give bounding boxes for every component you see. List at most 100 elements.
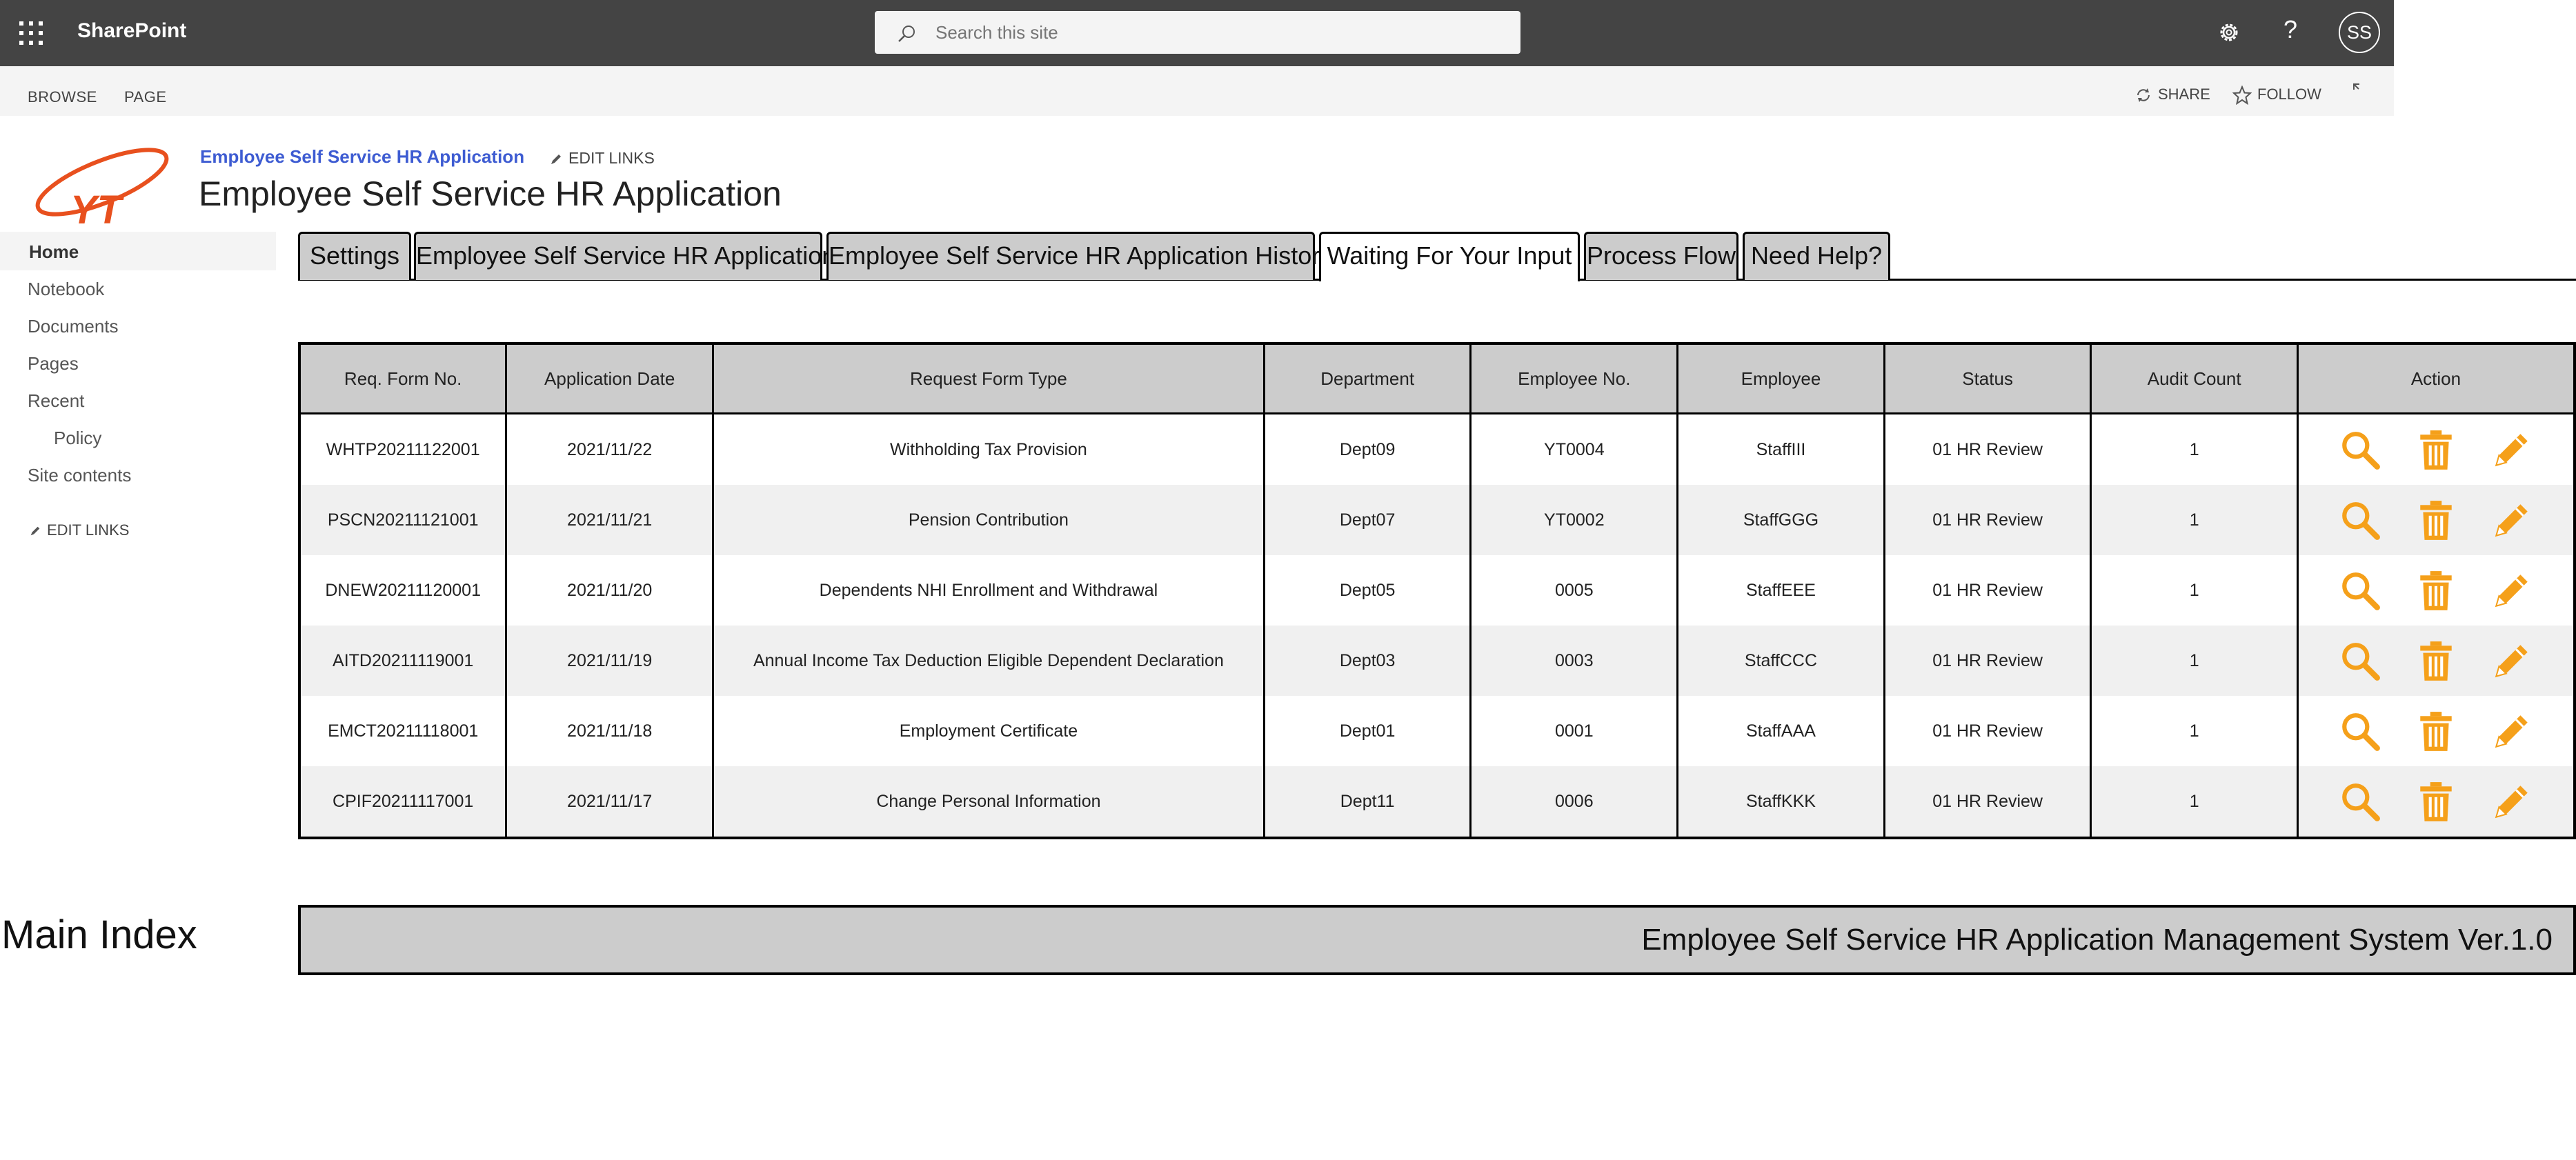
edit-links-top[interactable]: EDIT LINKS (549, 149, 655, 168)
col-header: Action (2296, 342, 2576, 414)
table-row: CPIF20211117001 2021/11/17 Change Personal… (298, 766, 2576, 838)
share-button[interactable]: SHARE (2134, 86, 2210, 104)
main-index-link[interactable]: Main Index (1, 912, 197, 958)
nav-item-recent[interactable]: Recent (28, 390, 84, 412)
share-icon (2137, 88, 2150, 103)
trash-icon[interactable] (2415, 710, 2457, 752)
table-cell: 0001 (1469, 696, 1679, 766)
pencil-icon[interactable] (2490, 780, 2533, 823)
col-header[interactable]: Req. Form No. (298, 342, 508, 414)
nav-item-notebook[interactable]: Notebook (28, 279, 104, 300)
ribbon: BROWSE PAGE SHARE FOLLOW (0, 66, 2394, 116)
col-header[interactable]: Status (1883, 342, 2092, 414)
table-row: WHTP20211122001 2021/11/22 Withholding Tax… (298, 413, 2576, 485)
pencil-icon[interactable] (2490, 710, 2533, 752)
trash-icon[interactable] (2415, 639, 2457, 682)
search-icon[interactable] (2339, 780, 2381, 823)
table-cell: 01 HR Review (1883, 413, 2092, 485)
tab-history[interactable]: Employee Self Service HR Application His… (826, 232, 1332, 280)
table-header-row: Req. Form No. Application Date Request F… (298, 342, 2576, 414)
table-cell: Dependents NHI Enrollment and Withdrawal (712, 555, 1265, 626)
table-cell: CPIF20211117001 (298, 766, 508, 838)
tab-employee-self-service[interactable]: Employee Self Service HR Application (414, 232, 835, 280)
trash-icon[interactable] (2415, 428, 2457, 471)
table-cell: 01 HR Review (1883, 626, 2092, 696)
table-cell: YT0002 (1469, 485, 1679, 555)
search-icon[interactable] (2339, 639, 2381, 682)
search-box[interactable] (875, 11, 1520, 54)
app-launcher-icon[interactable] (19, 21, 44, 46)
search-icon[interactable] (2339, 569, 2381, 612)
nav-item-label: Home (29, 241, 79, 262)
col-header[interactable]: Employee No. (1469, 342, 1679, 414)
table-row: EMCT20211118001 2021/11/18 Employment Cert… (298, 696, 2576, 766)
col-header[interactable]: Application Date (505, 342, 715, 414)
nav-item-site-contents[interactable]: Site contents (28, 465, 131, 486)
table-row: AITD20211119001 2021/11/19 Annual Income T… (298, 626, 2576, 696)
trash-icon[interactable] (2415, 780, 2457, 823)
tab-need-help[interactable]: Need Help? (1743, 232, 1890, 280)
search-icon (898, 26, 915, 42)
table-cell: 1 (2090, 626, 2299, 696)
table-cell: 1 (2090, 766, 2299, 838)
trash-icon[interactable] (2415, 569, 2457, 612)
tab-process-flow[interactable]: Process Flow (1584, 232, 1738, 280)
table-cell: 1 (2090, 413, 2299, 485)
nav-item-pages[interactable]: Pages (28, 353, 79, 374)
search-icon[interactable] (2339, 428, 2381, 471)
col-header[interactable]: Employee (1676, 342, 1885, 414)
tab-waiting-for-your-input[interactable]: Waiting For Your Input (1319, 232, 1580, 281)
system-name: Employee Self Service HR Application Man… (1641, 923, 2553, 957)
pencil-icon[interactable] (2490, 639, 2533, 682)
table-cell: Withholding Tax Provision (712, 413, 1265, 485)
pencil-icon[interactable] (2490, 428, 2533, 471)
table-cell: AITD20211119001 (298, 626, 508, 696)
sharepoint-brand[interactable]: SharePoint (77, 19, 186, 43)
table-cell: Dept01 (1262, 696, 1472, 766)
search-input[interactable] (934, 17, 1503, 48)
nav-item-documents[interactable]: Documents (28, 316, 119, 337)
table-cell: StaffGGG (1676, 485, 1885, 555)
pencil-icon[interactable] (2490, 499, 2533, 541)
action-cell (2296, 626, 2576, 696)
site-logo[interactable]: YT (28, 142, 175, 233)
pencil-icon[interactable] (2490, 569, 2533, 612)
action-cell (2296, 766, 2576, 838)
action-cell (2296, 555, 2576, 626)
avatar[interactable]: SS (2339, 12, 2380, 53)
table-cell: StaffKKK (1676, 766, 1885, 838)
nav-item-home[interactable]: Home (0, 232, 276, 270)
search-icon[interactable] (2339, 499, 2381, 541)
site-breadcrumb-link[interactable]: Employee Self Service HR Application (200, 146, 524, 168)
trash-icon[interactable] (2415, 499, 2457, 541)
table-row: PSCN20211121001 2021/11/21 Pension Contrib… (298, 485, 2576, 555)
gear-icon[interactable] (2216, 19, 2242, 46)
table-cell: WHTP20211122001 (298, 413, 508, 485)
focus-on-content-icon[interactable] (2352, 83, 2368, 102)
tab-settings[interactable]: Settings (298, 232, 411, 280)
ribbon-tab-page[interactable]: PAGE (124, 88, 167, 106)
table-cell: Pension Contribution (712, 485, 1265, 555)
nav-item-policy[interactable]: Policy (54, 428, 101, 449)
table-cell: 2021/11/21 (505, 485, 715, 555)
action-cell (2296, 696, 2576, 766)
action-cell (2296, 485, 2576, 555)
page-title: Employee Self Service HR Application (199, 174, 782, 213)
ribbon-tab-browse[interactable]: BROWSE (28, 88, 97, 106)
help-icon[interactable]: ? (2283, 15, 2297, 44)
table-cell: StaffIII (1676, 413, 1885, 485)
col-header[interactable]: Audit Count (2090, 342, 2299, 414)
follow-button[interactable]: FOLLOW (2232, 85, 2321, 106)
table-cell: 1 (2090, 696, 2299, 766)
table-cell: 2021/11/22 (505, 413, 715, 485)
table-cell: PSCN20211121001 (298, 485, 508, 555)
edit-links-nav[interactable]: EDIT LINKS (29, 521, 129, 539)
table-cell: Employment Certificate (712, 696, 1265, 766)
table-cell: EMCT20211118001 (298, 696, 508, 766)
table-cell: Change Personal Information (712, 766, 1265, 838)
table-cell: 2021/11/17 (505, 766, 715, 838)
search-icon[interactable] (2339, 710, 2381, 752)
col-header[interactable]: Department (1262, 342, 1472, 414)
table-cell: StaffCCC (1676, 626, 1885, 696)
col-header[interactable]: Request Form Type (712, 342, 1265, 414)
